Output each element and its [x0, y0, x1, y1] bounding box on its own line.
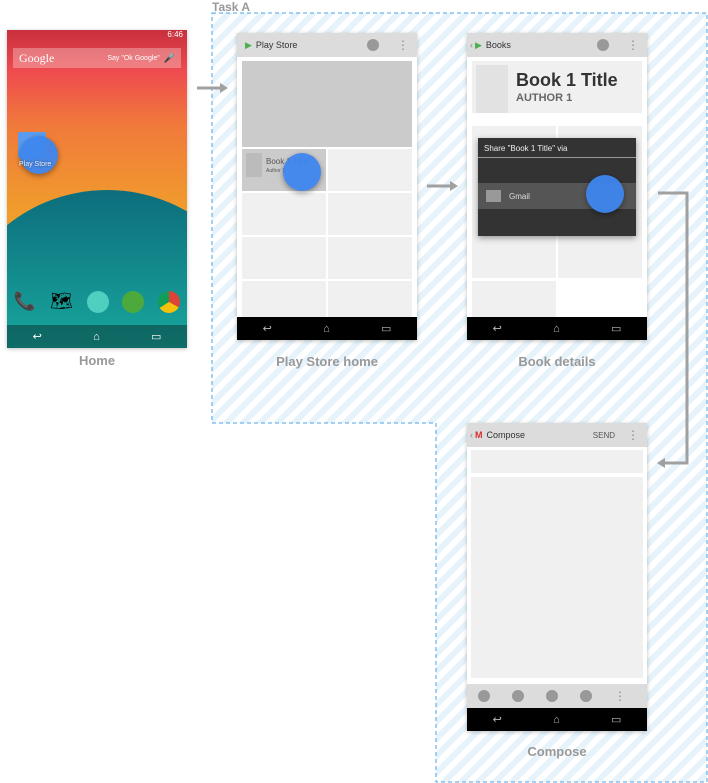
banner[interactable] [242, 61, 412, 147]
grid-item[interactable] [242, 237, 326, 279]
book-cover [476, 65, 508, 113]
caption-home: Home [78, 353, 116, 368]
apps-icon[interactable] [86, 291, 109, 313]
body-field[interactable] [471, 477, 643, 678]
google-logo: Google [19, 50, 55, 65]
task-label: Task A [212, 0, 251, 14]
up-icon[interactable]: ‹ [470, 430, 473, 440]
action-bar: ‹ ▶ Books ⋮ [467, 33, 647, 57]
touch-indicator [586, 175, 624, 213]
bottom-toolbar: ⋮ [467, 684, 647, 708]
recents-icon[interactable]: ▭ [381, 322, 391, 335]
up-icon[interactable]: ‹ [470, 40, 473, 50]
home-icon[interactable]: ⌂ [323, 323, 330, 335]
caption-play-store-home: Play Store home [276, 354, 378, 369]
app-label: Play Store [19, 161, 52, 168]
grid-item[interactable] [328, 237, 412, 279]
action-bar: ‹ M Compose SEND ⋮ [467, 423, 647, 447]
compose-screen: ‹ M Compose SEND ⋮ ⋮ ↩ ⌂ ▭ [467, 423, 647, 731]
recents-icon[interactable]: ▭ [611, 322, 621, 335]
app-title: Play Store [255, 40, 298, 50]
nav-bar: ↩ ⌂ ▭ [237, 317, 417, 340]
book-header: Book 1 Title AUTHOR 1 [472, 61, 642, 113]
action-bar: ▶ Play Store ⋮ [237, 33, 417, 57]
grid-item[interactable] [328, 281, 412, 317]
mic-icon[interactable]: 🎤 [164, 53, 175, 64]
recents-icon[interactable]: ▭ [611, 713, 621, 726]
nav-bar: ↩ ⌂ ▭ [7, 325, 187, 348]
toolbar-action-icon[interactable] [546, 690, 558, 702]
chrome-icon[interactable] [158, 291, 181, 313]
search-icon[interactable] [597, 39, 609, 51]
nav-bar: ↩ ⌂ ▭ [467, 317, 647, 340]
back-icon[interactable]: ↩ [493, 322, 502, 335]
app-title: Compose [486, 430, 526, 440]
caption-book-details: Book details [518, 354, 596, 369]
play-store-icon: ▶ [475, 39, 482, 50]
book-author: AUTHOR 1 [516, 92, 573, 104]
dock: 📞 🗺 [7, 291, 187, 313]
grid-item[interactable] [328, 193, 412, 235]
grid-item[interactable] [242, 281, 326, 317]
send-button[interactable]: SEND [593, 431, 615, 440]
phone-icon[interactable]: 📞 [14, 291, 36, 313]
grid-item[interactable] [328, 149, 412, 191]
search-icon[interactable] [367, 39, 379, 51]
overflow-menu-icon[interactable]: ⋮ [614, 689, 626, 703]
play-store-screen: ▶ Play Store ⋮ Book 1 Title Author 1 ↩ ⌂… [237, 33, 417, 340]
touch-indicator [283, 153, 321, 191]
gmail-icon [486, 190, 501, 202]
nav-bar: ↩ ⌂ ▭ [467, 708, 647, 731]
search-hint: Say "Ok Google" [107, 54, 160, 62]
grid-item[interactable] [242, 193, 326, 235]
touch-indicator [20, 136, 58, 174]
back-icon[interactable]: ↩ [33, 330, 42, 343]
status-time: 6:46 [167, 30, 183, 39]
maps-icon[interactable]: 🗺 [50, 291, 73, 313]
recents-icon[interactable]: ▭ [151, 330, 161, 343]
toolbar-action-icon[interactable] [580, 690, 592, 702]
overflow-menu-icon[interactable]: ⋮ [627, 38, 639, 52]
grid-item[interactable] [472, 281, 556, 317]
caption-compose: Compose [527, 744, 587, 759]
toolbar-action-icon[interactable] [478, 690, 490, 702]
book-details-screen: ‹ ▶ Books ⋮ Book 1 Title AUTHOR 1 Share … [467, 33, 647, 340]
gmail-icon: M [475, 430, 483, 440]
overflow-menu-icon[interactable]: ⋮ [627, 428, 639, 442]
share-option-label: Gmail [509, 191, 530, 201]
home-icon[interactable]: ⌂ [553, 714, 560, 726]
hangouts-icon[interactable] [122, 291, 145, 313]
home-icon[interactable]: ⌂ [553, 323, 560, 335]
overflow-menu-icon[interactable]: ⋮ [397, 38, 409, 52]
toolbar-action-icon[interactable] [512, 690, 524, 702]
share-dialog-title: Share "Book 1 Title" via [478, 138, 636, 158]
app-title: Books [485, 40, 511, 50]
home-icon[interactable]: ⌂ [93, 331, 100, 343]
google-search-bar[interactable]: Google Say "Ok Google" 🎤 [13, 48, 181, 68]
back-icon[interactable]: ↩ [493, 713, 502, 726]
home-screen: 6:46 Google Say "Ok Google" 🎤 Play Store… [7, 30, 187, 348]
to-field[interactable] [471, 450, 643, 473]
play-store-icon: ▶ [245, 39, 252, 50]
book-title: Book 1 Title [516, 70, 618, 90]
back-icon[interactable]: ↩ [263, 322, 272, 335]
